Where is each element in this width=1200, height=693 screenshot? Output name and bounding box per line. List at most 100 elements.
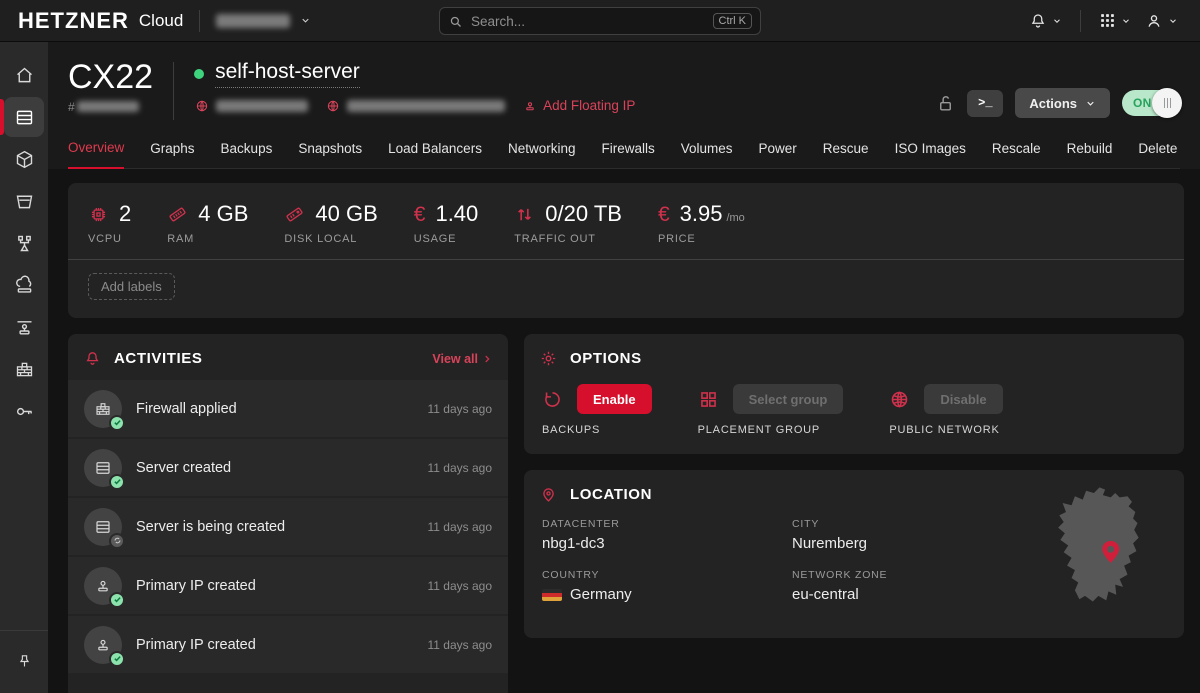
disable-public-network-button[interactable]: Disable xyxy=(924,384,1002,414)
option-backups: Enable BACKUPS xyxy=(542,384,652,436)
activity-avatar xyxy=(84,626,122,664)
apps-menu[interactable] xyxy=(1095,8,1135,33)
primary-ip-icon xyxy=(94,577,112,595)
tab-delete[interactable]: Delete xyxy=(1138,140,1177,168)
activity-row[interactable]: Server created 11 days ago xyxy=(68,439,508,496)
pin-sidebar-icon xyxy=(16,653,33,670)
stats-panel: 2 VCPU 4 GB RAM xyxy=(68,183,1184,318)
chevron-down-icon xyxy=(1085,98,1096,109)
tab-networking[interactable]: Networking xyxy=(508,140,576,168)
activity-row[interactable]: Primary IP created 11 days ago xyxy=(68,557,508,614)
success-check-icon xyxy=(109,474,125,490)
firewall-icon xyxy=(14,359,35,380)
ram-icon xyxy=(167,204,188,225)
sidebar-item-placement-groups[interactable] xyxy=(4,223,44,263)
server-header: CX22 # self-host-server xyxy=(48,42,1200,169)
server-name-block: self-host-server xyxy=(194,60,635,113)
search-box[interactable]: Ctrl K xyxy=(439,7,761,35)
server-name[interactable]: self-host-server xyxy=(215,60,360,88)
server-icon xyxy=(94,459,112,477)
field-network-zone: NETWORK ZONE eu-central xyxy=(792,569,1034,603)
globe-icon xyxy=(195,99,209,113)
activity-avatar xyxy=(84,449,122,487)
enable-backups-button[interactable]: Enable xyxy=(577,384,652,414)
search-shortcut-badge: Ctrl K xyxy=(713,13,753,29)
activity-avatar xyxy=(84,567,122,605)
tab-power[interactable]: Power xyxy=(759,140,797,168)
overview-content: 2 VCPU 4 GB RAM xyxy=(48,169,1200,693)
tab-rescue[interactable]: Rescue xyxy=(823,140,869,168)
user-icon xyxy=(1145,12,1163,30)
console-button[interactable]: >_ xyxy=(967,90,1003,117)
load-balancer-icon xyxy=(14,275,35,296)
cpu-icon xyxy=(88,204,109,225)
primary-ip-icon xyxy=(94,636,112,654)
stat-disk: 40 GB DISK LOCAL xyxy=(284,201,377,245)
add-floating-ip-button[interactable]: Add Floating IP xyxy=(523,98,635,113)
search-input[interactable] xyxy=(471,14,713,29)
sidebar-item-home[interactable] xyxy=(4,55,44,95)
tab-load-balancers[interactable]: Load Balancers xyxy=(388,140,482,168)
pin-sidebar-button[interactable] xyxy=(4,641,44,681)
success-check-icon xyxy=(109,415,125,431)
activity-avatar xyxy=(84,390,122,428)
sidebar-item-security[interactable] xyxy=(4,391,44,431)
tab-rebuild[interactable]: Rebuild xyxy=(1067,140,1113,168)
tab-volumes[interactable]: Volumes xyxy=(681,140,733,168)
storage-bucket-icon xyxy=(14,191,35,212)
activities-panel: ACTIVITIES View all xyxy=(68,334,508,693)
select-placement-group-button[interactable]: Select group xyxy=(733,384,844,414)
sidebar-item-floating-ips[interactable] xyxy=(4,307,44,347)
disk-icon xyxy=(284,204,305,225)
tab-backups[interactable]: Backups xyxy=(221,140,273,168)
user-menu[interactable] xyxy=(1141,8,1182,34)
map-pin-icon xyxy=(540,486,557,503)
labels-section: Add labels xyxy=(68,259,1184,318)
search-icon xyxy=(448,14,463,29)
project-selector[interactable] xyxy=(216,14,311,28)
activity-row[interactable]: Primary IP created 11 days ago xyxy=(68,616,508,673)
tab-overview[interactable]: Overview xyxy=(68,140,124,169)
tab-graphs[interactable]: Graphs xyxy=(150,140,194,168)
server-type: CX22 xyxy=(68,60,153,96)
field-city: CITY Nuremberg xyxy=(792,518,1034,552)
gear-icon xyxy=(540,350,557,367)
redacted-ipv4 xyxy=(216,100,308,112)
view-all-link[interactable]: View all xyxy=(432,352,492,366)
globe-icon xyxy=(326,99,340,113)
sidebar-item-storage[interactable] xyxy=(4,181,44,221)
redacted-ipv6 xyxy=(347,100,505,112)
hetzner-logo: HETZNER xyxy=(18,8,129,34)
backup-history-icon xyxy=(542,389,563,410)
tab-snapshots[interactable]: Snapshots xyxy=(298,140,362,168)
sidebar-item-servers[interactable] xyxy=(4,97,44,137)
chevron-down-icon xyxy=(1168,16,1178,26)
add-labels-button[interactable]: Add labels xyxy=(88,273,175,300)
sidebar-item-images[interactable] xyxy=(4,139,44,179)
sidebar xyxy=(0,42,48,693)
tab-firewalls[interactable]: Firewalls xyxy=(601,140,654,168)
chevron-down-icon xyxy=(1121,16,1131,26)
stat-traffic: 0/20 TB TRAFFIC OUT xyxy=(514,201,622,245)
server-actions: >_ Actions ON xyxy=(936,88,1180,118)
euro-icon: € xyxy=(658,204,670,225)
server-tabs: Overview Graphs Backups Snapshots Load B… xyxy=(68,140,1180,169)
toggle-knob xyxy=(1152,88,1182,118)
activity-row[interactable]: Firewall applied 11 days ago xyxy=(68,380,508,437)
actions-dropdown-button[interactable]: Actions xyxy=(1015,88,1110,118)
stat-price: € 3.95 /mo PRICE xyxy=(658,201,745,245)
unlock-icon[interactable] xyxy=(936,94,955,113)
location-panel: LOCATION DATACENTER nbg1-dc3 CITY Nuremb… xyxy=(524,470,1184,638)
sidebar-item-load-balancers[interactable] xyxy=(4,265,44,305)
notifications-menu[interactable] xyxy=(1025,8,1066,34)
firewall-icon xyxy=(94,400,112,418)
tab-rescale[interactable]: Rescale xyxy=(992,140,1041,168)
server-id: # xyxy=(68,100,153,114)
activities-title: ACTIVITIES xyxy=(114,350,203,367)
sidebar-item-firewalls[interactable] xyxy=(4,349,44,389)
power-toggle[interactable]: ON xyxy=(1122,90,1180,116)
stat-ram: 4 GB RAM xyxy=(167,201,248,245)
tab-iso-images[interactable]: ISO Images xyxy=(895,140,966,168)
activity-row[interactable]: Server is being created 11 days ago xyxy=(68,498,508,555)
power-state-label: ON xyxy=(1133,96,1152,110)
